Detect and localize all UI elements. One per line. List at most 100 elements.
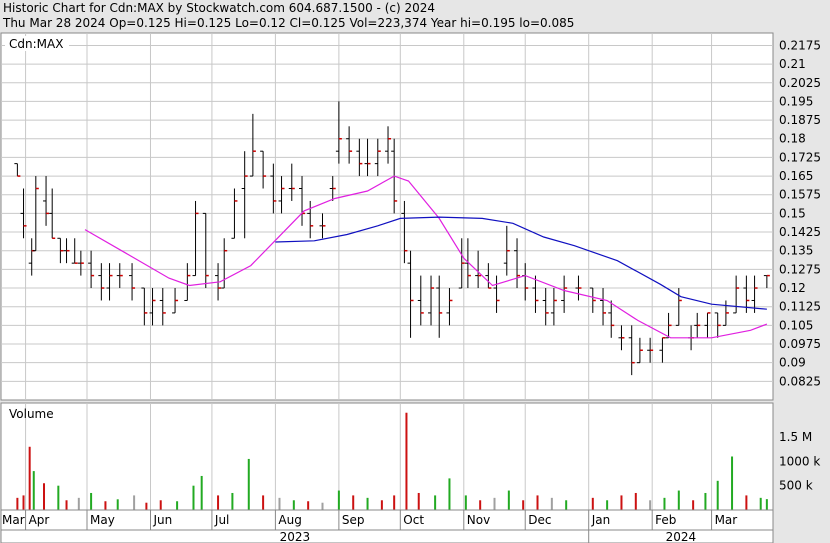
volume-panel [0,402,774,511]
volume-tick-label: 500 k [779,479,813,493]
volume-bar [731,456,734,510]
price-tick-label: 0.135 [779,244,813,258]
volume-bar [133,495,136,510]
month-label: Jun [152,513,172,527]
month-label: Dec [528,513,551,527]
volume-bar [262,495,265,510]
volume-bar [591,497,594,510]
price-tick-label: 0.1875 [779,113,821,127]
volume-bar [393,495,396,510]
volume-bar [28,446,31,510]
volume-bar [434,495,437,510]
month-label: Mar [715,513,738,527]
volume-tick-label: 1.5 M [779,430,812,444]
volume-bar [606,500,609,510]
volume-bar [405,412,408,510]
volume-bar [307,501,310,510]
price-tick-label: 0.2175 [779,38,821,52]
volume-bar [649,500,652,510]
price-tick-label: 0.21 [779,57,806,71]
year-label: 2024 [666,530,697,543]
price-tick-label: 0.165 [779,169,813,183]
price-tick-label: 0.2025 [779,76,821,90]
price-tick-label: 0.18 [779,132,806,146]
volume-bar [634,492,637,510]
volume-bar [32,471,35,510]
year-label: 2023 [280,530,311,543]
volume-bar [22,495,25,510]
volume-bar [116,499,119,510]
stock-chart: 0.2175 0.21 0.2025 0.195 0.1875 0.18 0.1725 0.1… [0,32,821,543]
volume-bar [43,483,46,510]
volume-bar [759,497,762,510]
price-tick-label: 0.12 [779,281,806,295]
month-label: Sep [342,513,365,527]
month-label: May [90,513,115,527]
volume-bar [90,492,93,510]
price-tick-label: 0.195 [779,94,813,108]
volume-bar [479,500,482,510]
volume-bar [57,485,60,510]
month-label: Jan [591,513,611,527]
price-tick-label: 0.15 [779,206,806,220]
volume-panel-label: Volume [9,407,54,421]
volume-bar [176,501,179,510]
volume-bar [247,458,250,510]
volume-bar [745,495,748,510]
volume-bar [677,490,680,510]
volume-bar [292,500,295,510]
volume-bar [765,499,768,510]
volume-axis-labels: 1.5 M 1000 k 500 k [779,430,820,493]
price-tick-label: 0.1125 [779,300,821,314]
price-panel-label: Cdn:MAX [9,37,63,51]
volume-bar [550,497,553,510]
price-axis-labels: 0.2175 0.21 0.2025 0.195 0.1875 0.18 0.1725 0.1… [779,38,821,388]
volume-bar [231,492,234,510]
volume-bar [417,492,420,510]
price-tick-label: 0.1425 [779,225,821,239]
price-tick-label: 0.1725 [779,150,821,164]
volume-bar [337,490,340,510]
volume-bar [692,500,695,510]
price-tick-label: 0.105 [779,318,813,332]
month-label: Mar [2,513,25,527]
volume-bar [145,502,148,510]
volume-bar [663,497,666,510]
volume-bar [278,497,281,510]
volume-bar [620,495,623,510]
price-tick-label: 0.1275 [779,262,821,276]
price-tick-label: 0.09 [779,356,806,370]
volume-bar [366,497,369,510]
volume-bar [159,500,162,510]
price-tick-label: 0.0825 [779,374,821,388]
volume-bar [448,478,451,510]
month-label: Nov [467,513,490,527]
volume-bar [200,475,203,510]
volume-bar [77,497,80,510]
volume-bar [464,495,467,510]
price-panel [0,32,774,401]
month-label: Jul [214,513,229,527]
volume-bar [352,495,355,510]
volume-bar [104,501,107,510]
volume-bar [507,490,510,510]
date-axis: Mar Apr May Jun Jul Aug Sep Oct Nov Dec Jan Feb Mar 2… [0,509,774,543]
month-label: Feb [655,513,676,527]
volume-bar [536,495,539,510]
month-label: Oct [403,513,424,527]
volume-bar [321,502,324,510]
price-tick-label: 0.1575 [779,188,821,202]
volume-bar [522,500,525,510]
month-label: Aug [278,513,301,527]
volume-bar [16,497,19,510]
month-label: Apr [29,513,50,527]
volume-bar [380,500,383,510]
volume-bar [704,492,707,510]
year-axis [0,529,774,543]
volume-bar [65,500,68,510]
volume-bar [493,497,496,510]
volume-tick-label: 1000 k [779,454,820,468]
volume-bar [192,485,195,510]
volume-bar [716,480,719,510]
volume-bar [565,500,568,510]
